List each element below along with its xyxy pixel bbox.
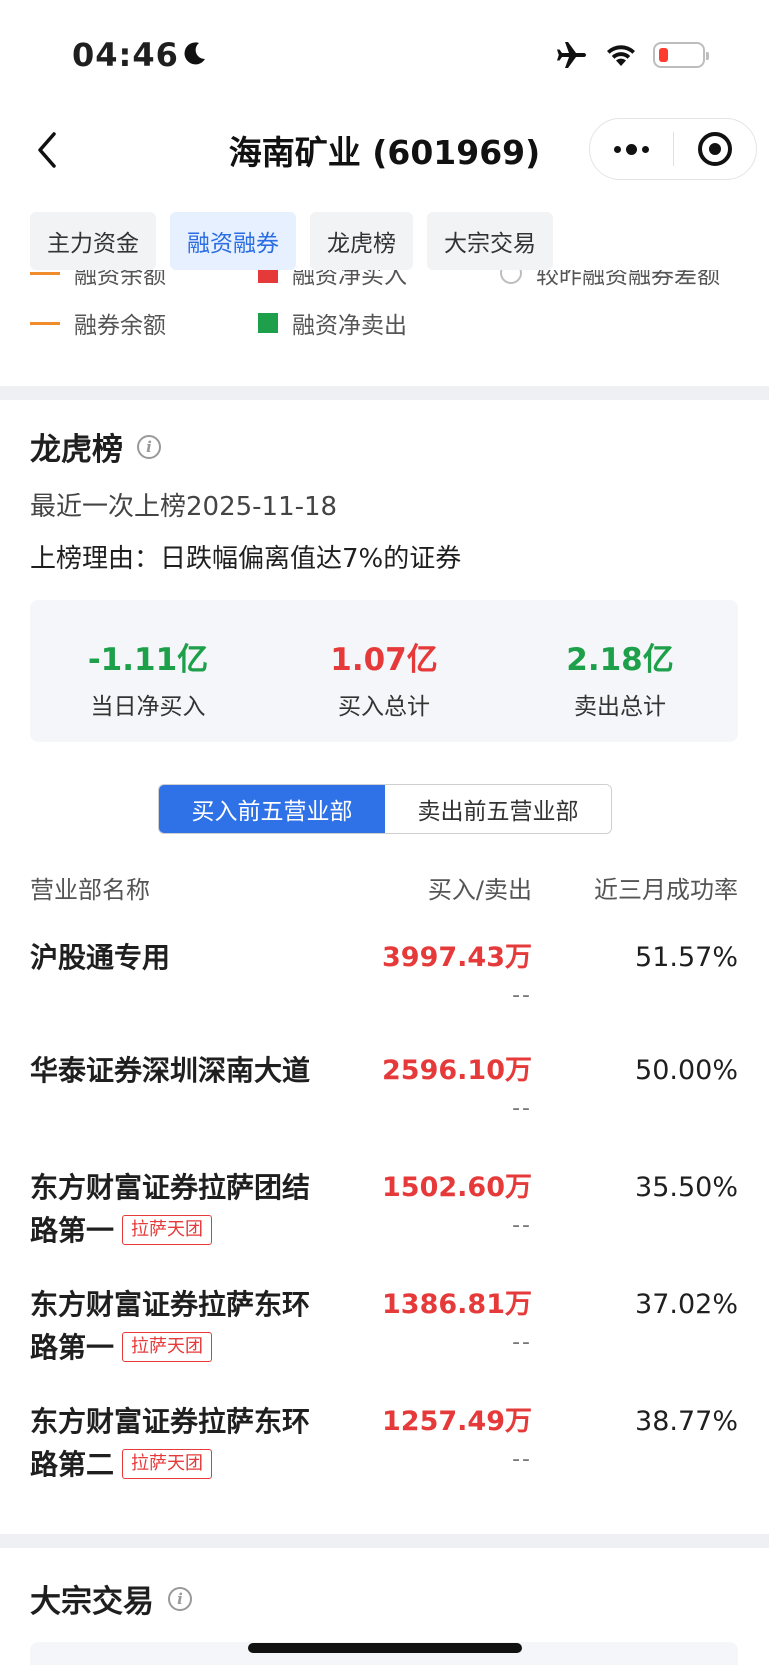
legend-label-short-balance: 融券余额 [74,313,166,339]
close-target-icon[interactable] [674,119,756,179]
section-title-lhb: 龙虎榜 i [30,424,161,469]
lhb-summary: -1.11亿 当日净买入 1.07亿 买入总计 2.18亿 卖出总计 [30,600,738,742]
table-header: 营业部名称 买入/卖出 近三月成功率 [30,870,738,906]
success-rate: 35.50% [635,1172,738,1203]
legend-label: 融资净买入 [292,270,407,289]
section-divider [0,386,769,400]
legend-square-marker [258,270,278,283]
legend-label: 融资余额 [74,270,166,289]
buy-amount: 1502.60万 [382,1172,532,1203]
battery-icon [653,42,709,68]
column-header-rate: 近三月成功率 [594,876,738,904]
toggle-sell-top5[interactable]: 卖出前五营业部 [385,785,611,833]
summary-label: 当日净买入 [90,694,206,720]
branch-name: 东方财富证券拉萨东环路第二 拉萨天团 [30,1400,320,1486]
tab-main-funds[interactable]: 主力资金 [30,212,156,270]
buy-amount: 1257.49万 [382,1406,532,1437]
sell-amount: -- [512,1330,532,1355]
sell-amount: -- [512,1447,532,1472]
branch-tag-badge: 拉萨天团 [122,1449,213,1479]
branch-name-text: 华泰证券深圳深南大道 [30,1054,311,1087]
tab-margin-trading[interactable]: 融资融券 [170,212,296,270]
info-icon[interactable]: i [168,1586,192,1611]
mini-program-capsule [589,118,757,180]
summary-buy-total: 1.07亿 买入总计 [266,600,502,742]
column-header-amount: 买入/卖出 [427,876,532,904]
summary-value: 1.07亿 [330,642,438,678]
section-divider [0,1534,769,1548]
section-title-text: 龙虎榜 [30,432,123,468]
info-icon[interactable]: i [137,434,161,459]
summary-value: -1.11亿 [87,642,209,678]
wifi-icon [607,45,635,66]
branch-name: 东方财富证券拉萨东环路第一 拉萨天团 [30,1283,320,1369]
listing-reason: 上榜理由：日跌幅偏离值达7%的证券 [30,544,462,574]
nav-bar: 海南矿业 (601969) [0,110,769,190]
sell-amount: -- [512,1096,532,1121]
legend-line-marker [30,271,60,275]
buy-sell-toggle: 买入前五营业部 卖出前五营业部 [158,784,612,834]
buy-amount: 3997.43万 [382,942,532,973]
status-time: 04:46 [72,36,179,74]
sell-amount: -- [512,1213,532,1238]
success-rate: 37.02% [635,1289,738,1320]
airplane-icon [557,42,586,68]
section-title-block-trade: 大宗交易 i [30,1576,192,1621]
summary-value: 2.18亿 [566,642,674,678]
legend-partial-row: 融资余额 融资净买入 较昨融资融券差额 [0,270,769,290]
legend-label-net-sell: 融资净卖出 [292,313,407,339]
summary-label: 买入总计 [338,694,430,720]
status-bar: 04:46 [0,0,769,110]
moon-icon [184,42,205,65]
status-icons [555,40,709,70]
success-rate: 51.57% [635,942,738,973]
chart-legend: 融券余额 融资净卖出 [30,300,739,340]
legend-square-marker [258,313,278,333]
summary-net-buy: -1.11亿 当日净买入 [30,600,266,742]
summary-sell-total: 2.18亿 卖出总计 [502,600,738,742]
section-title-text: 大宗交易 [30,1584,154,1620]
summary-label: 卖出总计 [574,694,666,720]
buy-amount: 1386.81万 [382,1289,532,1320]
sell-amount: -- [512,983,532,1008]
table-row[interactable]: 东方财富证券拉萨东环路第二 拉萨天团 1257.49万 -- 38.77% [30,1400,738,1500]
recent-listing-date: 最近一次上榜2025-11-18 [30,492,338,522]
more-icon[interactable] [590,119,673,179]
legend-circle-marker [500,270,522,284]
success-rate: 50.00% [635,1055,738,1086]
branch-name: 华泰证券深圳深南大道 [30,1049,320,1092]
tab-bar: 主力资金 融资融券 龙虎榜 大宗交易 [30,212,553,270]
success-rate: 38.77% [635,1406,738,1437]
tab-block-trade[interactable]: 大宗交易 [427,212,553,270]
branch-tag-badge: 拉萨天团 [122,1215,213,1245]
home-indicator[interactable] [248,1643,522,1653]
buy-amount: 2596.10万 [382,1055,532,1086]
table-row[interactable]: 东方财富证券拉萨东环路第一 拉萨天团 1386.81万 -- 37.02% [30,1283,738,1383]
branch-name: 沪股通专用 [30,936,320,979]
legend-line-marker [30,321,60,325]
table-row[interactable]: 东方财富证券拉萨团结路第一 拉萨天团 1502.60万 -- 35.50% [30,1166,738,1266]
tab-dragon-tiger[interactable]: 龙虎榜 [310,212,413,270]
column-header-name: 营业部名称 [30,876,150,904]
table-row[interactable]: 华泰证券深圳深南大道 2596.10万 -- 50.00% [30,1049,738,1149]
branch-name-text: 沪股通专用 [30,941,171,974]
branch-tag-badge: 拉萨天团 [122,1332,213,1362]
table-row[interactable]: 沪股通专用 3997.43万 -- 51.57% [30,936,738,1036]
legend-label: 较昨融资融券差额 [536,270,720,289]
branch-name: 东方财富证券拉萨团结路第一 拉萨天团 [30,1166,320,1252]
toggle-buy-top5[interactable]: 买入前五营业部 [159,785,385,833]
